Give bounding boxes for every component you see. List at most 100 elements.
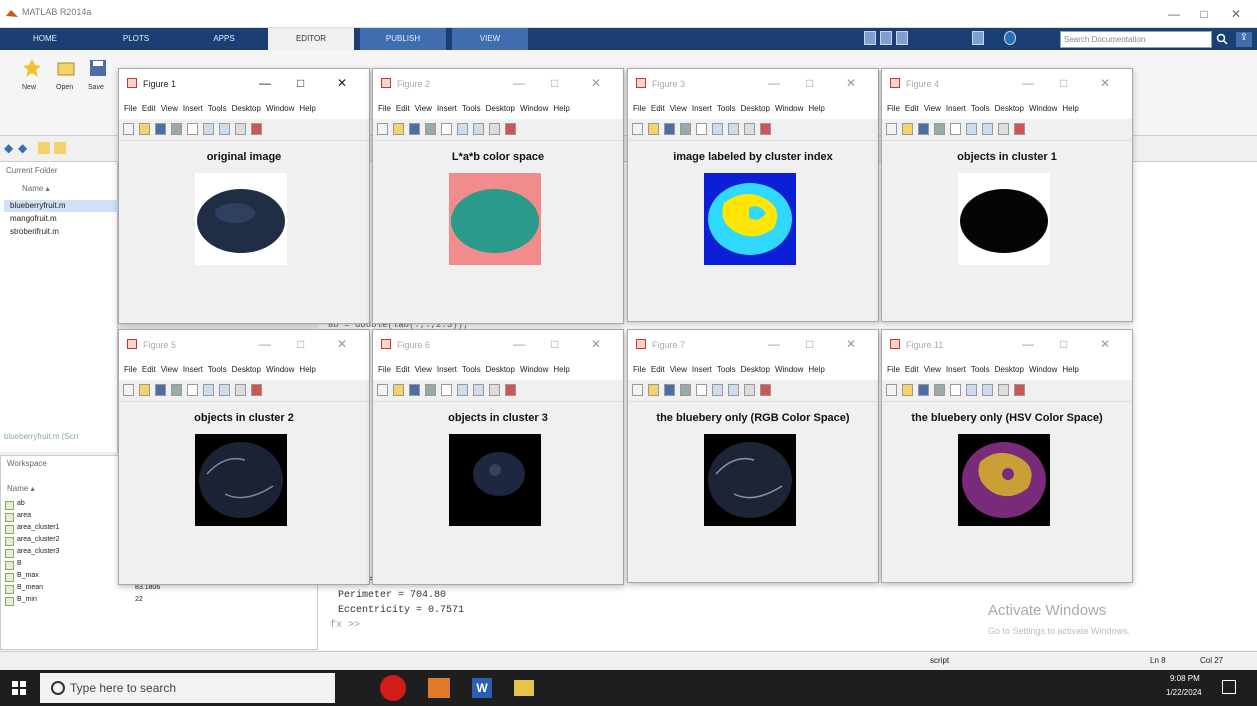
- figure-menu-item[interactable]: View: [415, 104, 432, 113]
- figure-window[interactable]: Figure 4 — □ ✕ File Edit View Insert Tools De…: [881, 68, 1133, 322]
- save-icon[interactable]: [864, 31, 876, 45]
- figure-minimize-button[interactable]: —: [768, 337, 780, 351]
- brush-icon[interactable]: [505, 384, 516, 396]
- figure-menu-item[interactable]: Help: [808, 365, 824, 374]
- open-icon[interactable]: [648, 384, 659, 396]
- figure-title-bar[interactable]: Figure 4 — □ ✕: [882, 69, 1132, 99]
- maximize-button[interactable]: □: [1190, 5, 1218, 23]
- print-icon[interactable]: [680, 384, 691, 396]
- command-prompt[interactable]: fx >>: [330, 620, 898, 631]
- figure-title-bar[interactable]: Figure 1 — □ ✕: [119, 69, 369, 99]
- figure-menu-item[interactable]: Tools: [208, 365, 227, 374]
- variable-name[interactable]: ab: [17, 500, 25, 507]
- figure-menu-item[interactable]: Desktop: [232, 104, 261, 113]
- save-icon[interactable]: [155, 384, 166, 396]
- print-icon[interactable]: [171, 123, 182, 135]
- figure-menu-item[interactable]: Window: [775, 104, 803, 113]
- tab-apps[interactable]: APPS: [186, 28, 262, 50]
- zoom-in-icon[interactable]: [203, 384, 214, 396]
- print-icon[interactable]: [680, 123, 691, 135]
- figure-maximize-button[interactable]: □: [1060, 76, 1067, 90]
- new-file-icon[interactable]: [22, 58, 42, 78]
- tab-editor[interactable]: EDITOR: [268, 28, 354, 50]
- save-icon[interactable]: [155, 123, 166, 135]
- open-icon[interactable]: [902, 384, 913, 396]
- figure-menu-item[interactable]: Edit: [396, 104, 410, 113]
- variable-name[interactable]: B: [17, 560, 22, 567]
- figure-menu-item[interactable]: File: [378, 365, 391, 374]
- pointer-icon[interactable]: [696, 384, 707, 396]
- undo-icon[interactable]: [972, 31, 984, 45]
- figure-minimize-button[interactable]: —: [513, 337, 525, 351]
- pan-icon[interactable]: [998, 123, 1009, 135]
- figure-menu-item[interactable]: Window: [520, 104, 548, 113]
- figure-menu-item[interactable]: File: [887, 104, 900, 113]
- pan-icon[interactable]: [235, 123, 246, 135]
- figure-menu-item[interactable]: View: [924, 104, 941, 113]
- zoom-out-icon[interactable]: [219, 123, 230, 135]
- pan-icon[interactable]: [489, 384, 500, 396]
- figure-menu-item[interactable]: Desktop: [741, 104, 770, 113]
- new-button-label[interactable]: New: [22, 84, 36, 91]
- taskbar-search-input[interactable]: Type here to search: [40, 673, 335, 703]
- zoom-out-icon[interactable]: [473, 384, 484, 396]
- close-button[interactable]: ✕: [1222, 5, 1250, 23]
- figure-title-bar[interactable]: Figure 11 — □ ✕: [882, 330, 1132, 360]
- open-icon[interactable]: [648, 123, 659, 135]
- figure-menu-item[interactable]: Tools: [717, 104, 736, 113]
- figure-window[interactable]: Figure 1 — □ ✕ File Edit View Insert Tools De…: [118, 68, 370, 324]
- save-icon[interactable]: [664, 384, 675, 396]
- open-folder-icon[interactable]: [56, 58, 76, 78]
- figure-minimize-button[interactable]: —: [768, 76, 780, 90]
- save-icon[interactable]: [918, 384, 929, 396]
- print-icon[interactable]: [425, 384, 436, 396]
- file-explorer-icon[interactable]: [514, 680, 534, 696]
- pointer-icon[interactable]: [950, 123, 961, 135]
- word-icon[interactable]: W: [472, 678, 492, 698]
- figure-maximize-button[interactable]: □: [806, 76, 813, 90]
- pointer-icon[interactable]: [441, 123, 452, 135]
- figure-menu-item[interactable]: Help: [299, 365, 315, 374]
- variable-name[interactable]: B_mean: [17, 584, 43, 591]
- figure-menu-item[interactable]: Desktop: [486, 104, 515, 113]
- brush-icon[interactable]: [1014, 123, 1025, 135]
- new-figure-icon[interactable]: [377, 123, 388, 135]
- print-icon[interactable]: [934, 384, 945, 396]
- cut-icon[interactable]: [880, 31, 892, 45]
- new-figure-icon[interactable]: [886, 123, 897, 135]
- windows-start-icon[interactable]: [12, 681, 26, 695]
- figure-minimize-button[interactable]: —: [259, 76, 271, 90]
- zoom-out-icon[interactable]: [473, 123, 484, 135]
- command-window[interactable]: Area = 2540 Perimeter = 704.80 Eccentric…: [330, 575, 898, 645]
- variable-name[interactable]: B_max: [17, 572, 39, 579]
- figure-menu-item[interactable]: File: [633, 365, 646, 374]
- figure-maximize-button[interactable]: □: [297, 337, 304, 351]
- figure-menu-item[interactable]: Edit: [142, 104, 156, 113]
- figure-minimize-button[interactable]: —: [1022, 76, 1034, 90]
- copy-icon[interactable]: [896, 31, 908, 45]
- tab-home[interactable]: HOME: [6, 28, 84, 50]
- pan-icon[interactable]: [744, 384, 755, 396]
- help-icon[interactable]: [1004, 31, 1016, 45]
- forward-arrow-icon[interactable]: ◆: [18, 141, 27, 155]
- zoom-in-icon[interactable]: [457, 123, 468, 135]
- open-button-label[interactable]: Open: [56, 84, 73, 91]
- figure-close-button[interactable]: ✕: [846, 337, 856, 351]
- figure-menu-item[interactable]: View: [670, 104, 687, 113]
- opera-browser-icon[interactable]: [380, 675, 406, 701]
- pan-icon[interactable]: [744, 123, 755, 135]
- zoom-out-icon[interactable]: [982, 123, 993, 135]
- figure-title-bar[interactable]: Figure 2 — □ ✕: [373, 69, 623, 99]
- figure-close-button[interactable]: ✕: [337, 337, 347, 351]
- variable-name[interactable]: area_cluster1: [17, 524, 59, 531]
- tab-publish[interactable]: PUBLISH: [360, 28, 446, 50]
- figure-menu-item[interactable]: Window: [266, 365, 294, 374]
- figure-menu-item[interactable]: Edit: [142, 365, 156, 374]
- figure-maximize-button[interactable]: □: [297, 76, 304, 90]
- figure-menu-item[interactable]: Edit: [396, 365, 410, 374]
- minimize-button[interactable]: —: [1160, 5, 1188, 23]
- brush-icon[interactable]: [505, 123, 516, 135]
- figure-close-button[interactable]: ✕: [591, 337, 601, 351]
- figure-menu-item[interactable]: Insert: [437, 104, 457, 113]
- search-documentation-input[interactable]: Search Documentation: [1060, 31, 1212, 48]
